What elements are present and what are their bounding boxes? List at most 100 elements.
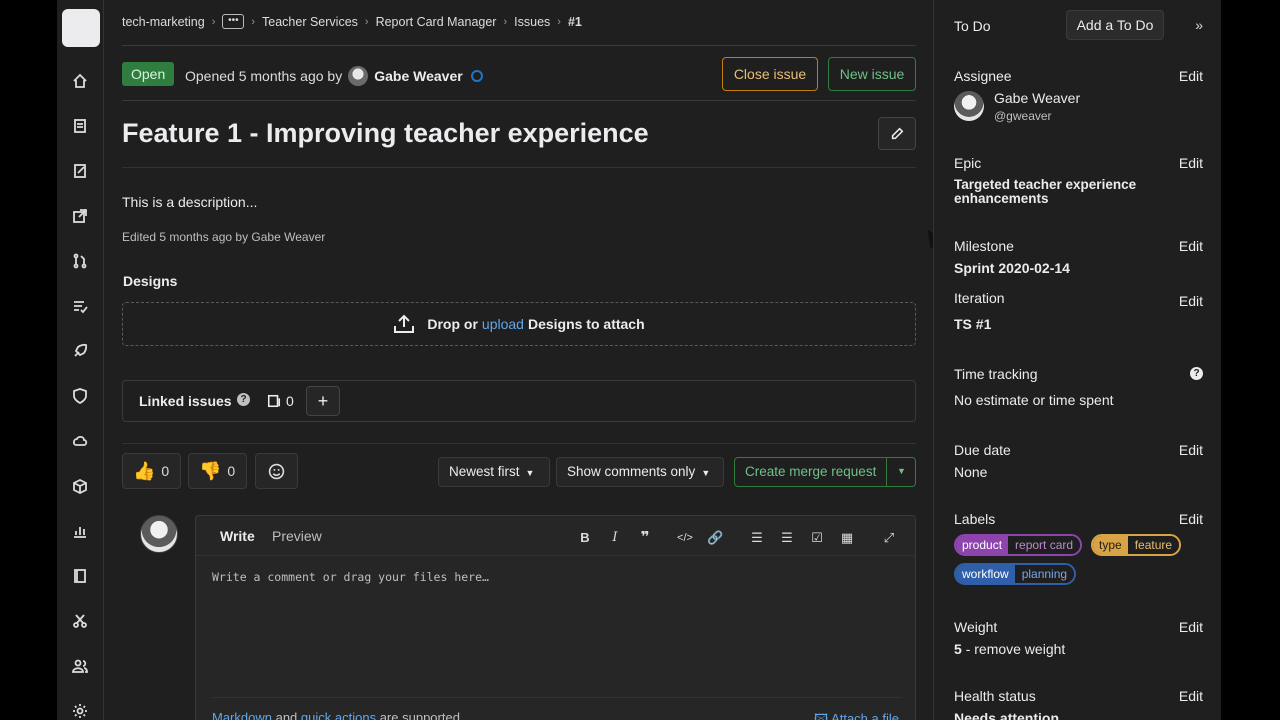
breadcrumb-item[interactable]: Report Card Manager <box>376 15 497 29</box>
wiki-icon[interactable] <box>71 567 89 585</box>
edit-title-button[interactable] <box>878 117 916 150</box>
pencil-icon <box>891 127 904 139</box>
assignee-name[interactable]: Gabe Weaver <box>994 90 1080 106</box>
labels-label: Labels <box>954 511 996 527</box>
home-icon[interactable] <box>71 72 89 90</box>
epic-value[interactable]: Targeted teacher experience enhancements <box>954 178 1174 206</box>
status-badge: Open <box>122 62 175 86</box>
collapse-sidebar-icon[interactable]: » <box>1195 17 1203 33</box>
markdown-link[interactable]: Markdown <box>212 710 272 720</box>
linked-issues-count: 0 <box>267 393 294 409</box>
close-issue-button[interactable]: Close issue <box>722 57 818 91</box>
chevron-down-icon: ▼ <box>701 468 711 478</box>
edit-weight-button[interactable]: Edit <box>1179 619 1203 635</box>
smiley-icon <box>268 463 285 479</box>
iteration-value[interactable]: TS #1 <box>954 316 991 332</box>
upload-link[interactable]: upload <box>482 316 524 332</box>
weight-value: 5 <box>954 641 962 657</box>
breadcrumb-more-button[interactable]: ••• <box>222 14 245 29</box>
breadcrumb-item[interactable]: Issues <box>514 15 550 29</box>
comment-textarea[interactable]: Write a comment or drag your files here… <box>212 570 489 584</box>
cloud-icon[interactable] <box>71 432 89 450</box>
tab-write[interactable]: Write <box>220 528 255 544</box>
italic-icon[interactable]: I <box>607 530 623 546</box>
security-shield-icon[interactable] <box>71 387 89 405</box>
attach-file-button[interactable]: 🖾 Attach a file <box>814 710 899 720</box>
label-pill[interactable]: product report card <box>954 534 1083 556</box>
analytics-icon[interactable] <box>71 522 89 540</box>
deployments-icon[interactable] <box>71 342 89 360</box>
label-key: type <box>1093 536 1128 554</box>
breadcrumb-item[interactable]: Teacher Services <box>262 15 358 29</box>
external-link-icon[interactable] <box>71 207 89 225</box>
repository-icon[interactable] <box>71 117 89 135</box>
edited-meta: Edited 5 months ago by Gabe Weaver <box>122 230 326 244</box>
fullscreen-icon[interactable]: ⤢ <box>881 530 897 546</box>
editor-footer: Markdown and quick actions are supported <box>212 710 460 720</box>
due-date-label: Due date <box>954 442 1011 458</box>
issues-icon[interactable] <box>57 152 104 190</box>
edit-labels-button[interactable]: Edit <box>1179 511 1203 527</box>
add-linked-issue-button[interactable]: + <box>306 386 340 416</box>
merge-request-icon[interactable] <box>71 252 89 270</box>
help-icon[interactable]: ? <box>1190 367 1203 380</box>
label-value: report card <box>1008 536 1081 554</box>
comment-filter-dropdown[interactable]: Show comments only ▼ <box>556 457 724 487</box>
comment-editor: Write Preview B I ❞ </> 🔗 ☰ ☰ ☑ ▦ ⤢ Writ… <box>195 515 916 720</box>
assignee-handle: @gweaver <box>994 109 1052 123</box>
sort-dropdown[interactable]: Newest first ▼ <box>438 457 550 487</box>
label-pill[interactable]: workflow planning <box>954 563 1077 585</box>
snippets-icon[interactable] <box>71 612 89 630</box>
paperclip-icon: 🖾 <box>814 711 832 720</box>
drop-text: Drop or <box>427 316 478 332</box>
divider <box>122 443 916 444</box>
status-emoji-icon <box>470 70 483 82</box>
milestone-value[interactable]: Sprint 2020-02-14 <box>954 260 1070 276</box>
create-merge-request-button[interactable]: Create merge request ▼ <box>734 457 916 487</box>
epic-label: Epic <box>954 155 982 171</box>
merge-request-label: Create merge request <box>745 464 877 479</box>
project-avatar[interactable] <box>62 9 100 47</box>
add-todo-button[interactable]: Add a To Do <box>1066 10 1164 40</box>
bullet-list-icon[interactable]: ☰ <box>749 530 765 546</box>
assignee-avatar[interactable] <box>954 91 984 121</box>
remove-weight-link[interactable]: - remove weight <box>966 641 1066 657</box>
breadcrumb-current[interactable]: #1 <box>568 15 582 29</box>
issue-description: This is a description... <box>122 194 258 210</box>
design-dropzone[interactable]: Drop or upload Designs to attach <box>122 302 916 346</box>
thumbsup-award-button[interactable]: 👍 0 <box>122 453 181 489</box>
author-avatar[interactable] <box>348 66 369 86</box>
designs-suffix: Designs to attach <box>527 316 645 332</box>
edit-epic-button[interactable]: Edit <box>1179 155 1203 171</box>
packages-icon[interactable] <box>71 477 89 495</box>
label-pill[interactable]: type feature <box>1091 534 1182 556</box>
add-reaction-button[interactable] <box>255 453 298 489</box>
thumbsdown-icon: 👎 <box>199 460 222 481</box>
edit-milestone-button[interactable]: Edit <box>1179 238 1203 254</box>
edit-health-status-button[interactable]: Edit <box>1179 688 1203 704</box>
thumbsdown-award-button[interactable]: 👎 0 <box>188 453 247 489</box>
tab-preview[interactable]: Preview <box>272 528 322 544</box>
table-icon[interactable]: ▦ <box>839 530 855 546</box>
edit-due-date-button[interactable]: Edit <box>1179 442 1203 458</box>
settings-gear-icon[interactable] <box>71 702 89 720</box>
help-icon[interactable]: ? <box>237 393 250 406</box>
quote-icon[interactable]: ❞ <box>637 530 653 546</box>
new-issue-button[interactable]: New issue <box>828 57 916 91</box>
edit-assignee-button[interactable]: Edit <box>1179 68 1203 84</box>
task-list-icon[interactable]: ☑ <box>809 530 825 546</box>
code-icon[interactable]: </> <box>677 530 693 546</box>
author-name[interactable]: Gabe Weaver <box>374 68 462 84</box>
quick-actions-link[interactable]: quick actions <box>301 710 376 720</box>
bold-icon[interactable]: B <box>577 530 593 546</box>
iteration-label: Iteration <box>954 290 1005 306</box>
issue-main: tech-marketing › ••• › Teacher Services … <box>122 0 916 720</box>
members-icon[interactable] <box>71 657 89 675</box>
merge-request-dropdown-toggle[interactable]: ▼ <box>886 457 916 487</box>
chevron-down-icon: ▼ <box>525 468 535 478</box>
link-icon[interactable]: 🔗 <box>707 530 723 546</box>
edit-iteration-button[interactable]: Edit <box>1179 293 1203 309</box>
requirements-icon[interactable] <box>71 297 89 315</box>
numbered-list-icon[interactable]: ☰ <box>779 530 795 546</box>
breadcrumb-group[interactable]: tech-marketing <box>122 15 205 29</box>
